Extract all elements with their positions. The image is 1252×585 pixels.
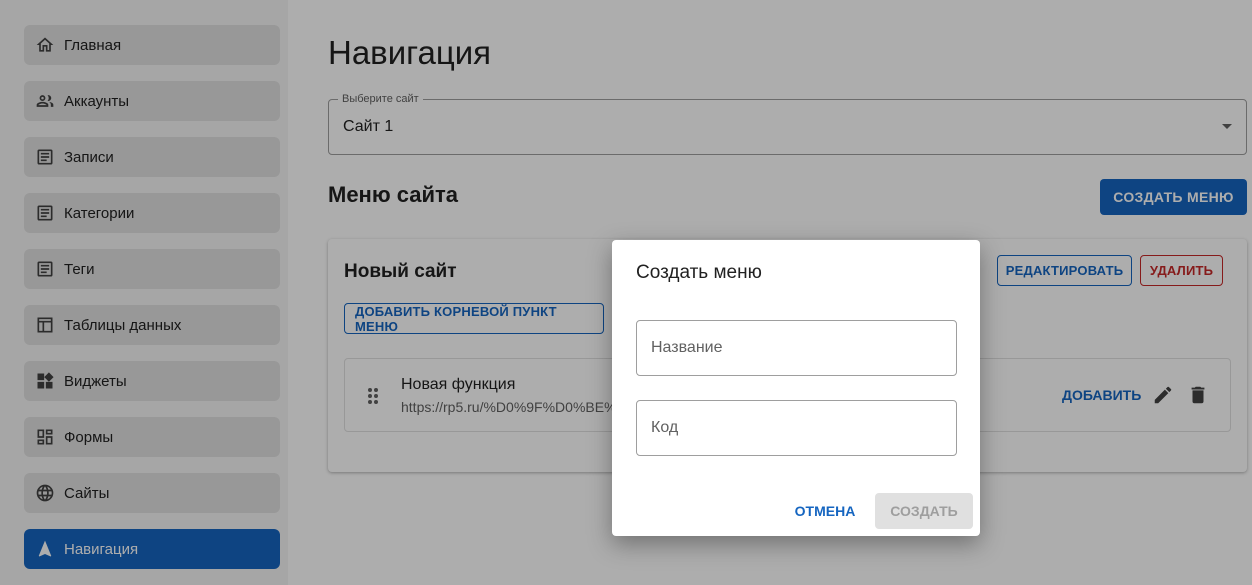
code-input[interactable]	[636, 400, 957, 456]
name-input[interactable]	[636, 320, 957, 376]
cancel-button[interactable]: ОТМЕНА	[790, 493, 860, 529]
dialog-title: Создать меню	[636, 262, 762, 283]
create-menu-dialog: Создать меню ОТМЕНА СОЗДАТЬ	[612, 240, 980, 536]
create-button[interactable]: СОЗДАТЬ	[875, 493, 973, 529]
